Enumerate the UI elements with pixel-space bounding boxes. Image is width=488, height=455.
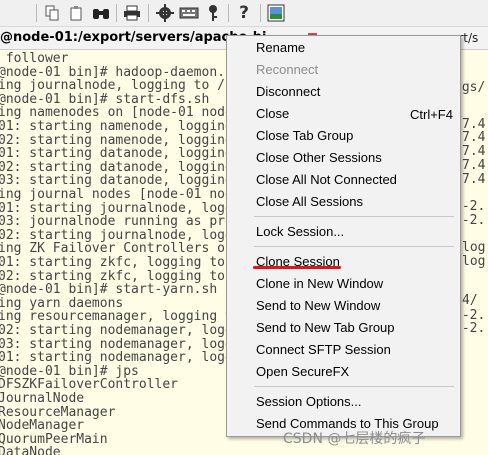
terminal-line: 03: starting nodemanager, logg	[0, 336, 233, 352]
settings-icon[interactable]	[155, 3, 175, 23]
help-icon[interactable]: ?	[234, 3, 254, 23]
session-context-menu: Rename Reconnect Disconnect Close Ctrl+F4 Clo…	[226, 35, 461, 437]
terminal-line-fragment: 7.4	[462, 172, 486, 187]
print-icon[interactable]	[122, 3, 142, 23]
terminal-line: ing journal nodes [node-01 nod	[0, 187, 233, 202]
menu-item-send-to-new-tab-group[interactable]: Send to New Tab Group	[256, 320, 395, 336]
toolbar-separator	[36, 4, 37, 22]
menu-item-close-tab-group[interactable]: Close Tab Group	[256, 128, 353, 144]
menu-item-clone-in-new-window[interactable]: Clone in New Window	[256, 276, 383, 292]
terminal-line: @node-01 bin]# start-dfs.sh	[0, 91, 210, 107]
menu-separator	[254, 216, 454, 217]
key-icon[interactable]	[203, 3, 223, 23]
terminal-line: ing journalnode, logging to /	[0, 78, 225, 94]
menu-item-rename[interactable]: Rename	[256, 40, 305, 56]
terminal-line: 02: starting journalnode, logg	[0, 227, 233, 243]
menu-item-close-all-sessions[interactable]: Close All Sessions	[256, 194, 363, 210]
terminal-line: 03: starting datanode, logging	[0, 173, 233, 189]
terminal-line: 02: starting zkfc, logging to	[0, 268, 225, 284]
menu-item-close-all-not-connected[interactable]: Close All Not Connected	[256, 172, 397, 188]
terminal-line: 01: starting namenode, logging	[0, 119, 233, 134]
copy-icon[interactable]	[42, 3, 62, 23]
paste-icon[interactable]	[67, 3, 87, 23]
menu-item-reconnect[interactable]: Reconnect	[256, 62, 318, 78]
terminal-line-fragment: 7.4	[462, 144, 486, 159]
terminal-line: ing namenodes on [node-01 node	[0, 105, 233, 121]
screenshot-icon[interactable]	[266, 3, 286, 23]
toolbar: ?	[0, 0, 488, 27]
terminal-line-fragment: 7.4	[462, 130, 486, 145]
terminal-line: @node-01 bin]# hadoop-daemon.	[0, 64, 225, 80]
terminal-line-fragment: log	[462, 254, 486, 269]
terminal-line-fragment: 7.4	[462, 158, 486, 173]
terminal-line: 02: starting datanode, logging	[0, 159, 233, 175]
terminal-line: QuorumPeerMain	[0, 431, 108, 447]
menu-item-lock-session[interactable]: Lock Session...	[256, 224, 344, 240]
toolbar-separator	[116, 4, 117, 22]
terminal-line: 01: starting nodemanager, logg	[0, 350, 233, 366]
clone-session-highlight	[253, 266, 341, 269]
menu-item-close-shortcut: Ctrl+F4	[410, 107, 453, 122]
terminal-line: ing ZK Failover Controllers on	[0, 241, 233, 257]
terminal-line-fragment: log	[462, 240, 486, 255]
terminal-line: 01: starting datanode, logging	[0, 146, 233, 162]
terminal-line-fragment: 4/	[462, 293, 478, 308]
terminal-line: 02: starting namenode, logging	[0, 132, 233, 148]
menu-separator	[254, 246, 454, 247]
menu-item-open-securefx[interactable]: Open SecureFX	[256, 364, 349, 380]
terminal-line: ing yarn daemons	[0, 295, 124, 311]
menu-item-close[interactable]: Close	[256, 106, 289, 122]
terminal-line: 02: starting nodemanager, logg	[0, 323, 233, 338]
terminal-line: 01: starting zkfc, logging to	[0, 255, 225, 270]
menu-item-session-options[interactable]: Session Options...	[256, 394, 362, 410]
terminal-line: follower	[0, 51, 69, 66]
menu-separator	[254, 386, 454, 387]
menu-item-send-to-new-window[interactable]: Send to New Window	[256, 298, 380, 314]
terminal-line: @node-01 bin]# jps	[0, 363, 139, 379]
terminal-line: DataNode	[0, 445, 61, 455]
terminal-line: 01: starting journalnode, logg	[0, 200, 233, 216]
toolbar-separator	[260, 4, 261, 22]
toolbar-separator	[148, 4, 149, 22]
terminal-line: @node-01 bin]# start-yarn.sh	[0, 282, 218, 298]
terminal-line: ResourceManager	[0, 404, 116, 420]
watermark: CSDN @七层楼的疯子	[283, 431, 426, 447]
menu-item-connect-sftp-session[interactable]: Connect SFTP Session	[256, 342, 391, 358]
find-icon[interactable]	[91, 3, 111, 23]
toolbar-separator	[228, 4, 229, 22]
menu-item-close-other-sessions[interactable]: Close Other Sessions	[256, 150, 382, 166]
terminal-line: DFSZKFailoverController	[0, 377, 179, 393]
keyboard-icon[interactable]	[179, 3, 199, 23]
terminal-line: NodeManager	[0, 418, 85, 434]
terminal-line: 03: journalnode running as pro	[0, 214, 233, 230]
terminal-line: JournalNode	[0, 391, 85, 406]
menu-item-disconnect[interactable]: Disconnect	[256, 84, 320, 100]
terminal-line: ing resourcemanager, logging t	[0, 309, 233, 325]
